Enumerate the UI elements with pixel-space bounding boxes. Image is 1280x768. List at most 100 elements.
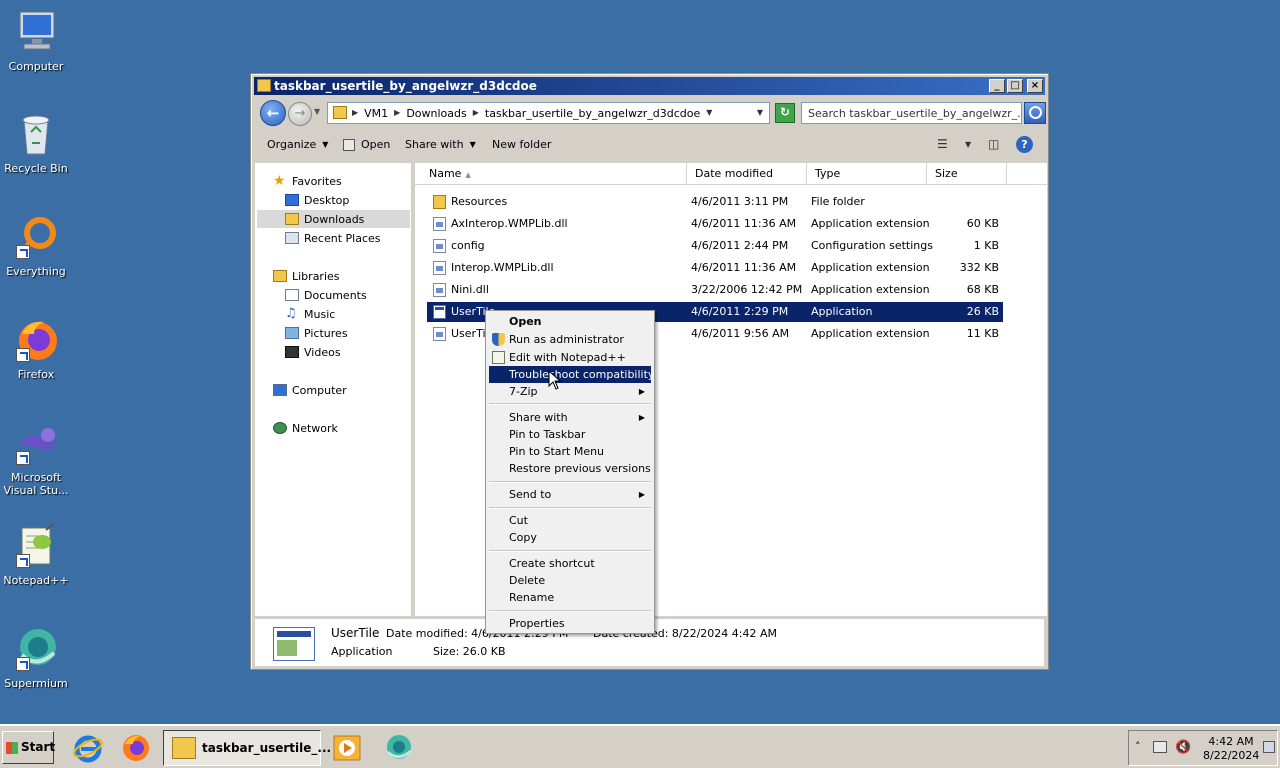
- supermium-icon[interactable]: [383, 732, 415, 764]
- file-row[interactable]: Resources 4/6/2011 3:11 PM File folder: [427, 192, 1003, 212]
- column-header-date[interactable]: Date modified: [687, 163, 807, 185]
- menu-item-pin-to-taskbar[interactable]: Pin to Taskbar: [489, 426, 651, 443]
- menu-item-open[interactable]: Open: [489, 313, 651, 330]
- breadcrumb-separator-icon[interactable]: ▶: [352, 107, 358, 120]
- open-button[interactable]: Open: [343, 138, 390, 151]
- desktop-icon-recycle-bin[interactable]: Recycle Bin: [2, 110, 70, 175]
- nav-computer[interactable]: Computer: [273, 381, 347, 399]
- menu-item-cut[interactable]: Cut: [489, 512, 651, 529]
- change-view-icon[interactable]: ☰: [937, 137, 948, 151]
- file-type: File folder: [811, 195, 865, 208]
- search-icon[interactable]: [1024, 102, 1046, 124]
- organize-button[interactable]: Organize ▼: [267, 138, 328, 151]
- menu-item-copy[interactable]: Copy: [489, 529, 651, 546]
- refresh-button[interactable]: ↻: [775, 103, 795, 123]
- nav-label: Network: [292, 421, 338, 435]
- breadcrumb-separator-icon[interactable]: ▶: [394, 107, 400, 120]
- nav-videos[interactable]: Videos: [285, 343, 341, 361]
- menu-item-create-shortcut[interactable]: Create shortcut: [489, 555, 651, 572]
- column-header-size[interactable]: Size: [927, 163, 1007, 185]
- nav-recent-places[interactable]: Recent Places: [285, 229, 381, 247]
- desktop-icon-supermium[interactable]: Supermium: [2, 625, 70, 690]
- breadcrumb-separator-icon[interactable]: ▼: [706, 107, 712, 120]
- address-bar[interactable]: ▶ VM1 ▶ Downloads ▶ taskbar_usertile_by_…: [327, 102, 770, 124]
- breadcrumb-current-folder[interactable]: taskbar_usertile_by_angelwzr_d3dcdoe: [485, 107, 700, 120]
- nav-desktop[interactable]: Desktop: [285, 191, 349, 209]
- menu-item-7-zip[interactable]: 7-Zip ▶: [489, 383, 651, 400]
- details-size: Size: 26.0 KB: [433, 645, 506, 658]
- firefox-icon[interactable]: [120, 732, 152, 764]
- nav-favorites[interactable]: ★ Favorites: [273, 172, 342, 190]
- videos-icon: [285, 346, 299, 358]
- help-icon[interactable]: ?: [1016, 136, 1033, 153]
- search-placeholder: Search taskbar_usertile_by_angelwzr_...: [808, 107, 1020, 120]
- breadcrumb-separator-icon[interactable]: ▶: [473, 107, 479, 120]
- menu-item-run-as-administrator[interactable]: Run as administrator: [489, 331, 651, 348]
- close-button[interactable]: ×: [1027, 79, 1043, 93]
- media-player-icon[interactable]: [331, 732, 363, 764]
- nav-pictures[interactable]: Pictures: [285, 324, 348, 342]
- menu-item-troubleshoot-compatibility[interactable]: Troubleshoot compatibility: [489, 366, 654, 383]
- maximize-button[interactable]: □: [1007, 79, 1023, 93]
- search-input[interactable]: Search taskbar_usertile_by_angelwzr_...: [801, 102, 1022, 124]
- menu-item-pin-to-start-menu[interactable]: Pin to Start Menu: [489, 443, 651, 460]
- show-desktop-icon[interactable]: [1263, 741, 1275, 753]
- minimize-button[interactable]: _: [989, 79, 1005, 93]
- menu-item-properties[interactable]: Properties: [489, 615, 651, 632]
- nav-documents[interactable]: Documents: [285, 286, 367, 304]
- nav-network[interactable]: Network: [273, 419, 338, 437]
- menu-item-rename[interactable]: Rename: [489, 589, 651, 606]
- preview-pane-icon[interactable]: ◫: [988, 137, 999, 151]
- menu-item-share-with[interactable]: Share with ▶: [489, 409, 651, 426]
- share-with-button[interactable]: Share with ▼: [405, 138, 476, 151]
- shortcut-arrow-icon: [16, 554, 30, 568]
- recent-pages-dropdown[interactable]: ▼: [314, 107, 320, 116]
- desktop-icon-notepad-plus-plus[interactable]: Notepad++: [2, 522, 70, 587]
- file-row[interactable]: config 4/6/2011 2:44 PM Configuration se…: [427, 236, 1003, 256]
- desktop-icon-label: Supermium: [4, 677, 68, 690]
- share-with-label: Share with: [405, 138, 464, 151]
- new-folder-button[interactable]: New folder: [492, 138, 551, 151]
- shortcut-arrow-icon: [16, 245, 30, 259]
- taskbar-task-label: taskbar_usertile_...: [202, 741, 332, 755]
- file-row[interactable]: AxInterop.WMPLib.dll 4/6/2011 11:36 AM A…: [427, 214, 1003, 234]
- desktop-icon-visual-studio[interactable]: Microsoft Visual Stu...: [2, 419, 70, 497]
- address-dropdown-icon[interactable]: ▼: [757, 108, 763, 117]
- nav-libraries[interactable]: Libraries: [273, 267, 340, 285]
- desktop-icon-everything[interactable]: Everything: [2, 213, 70, 278]
- menu-separator: [489, 610, 651, 612]
- file-row[interactable]: Nini.dll 3/22/2006 12:42 PM Application …: [427, 280, 1003, 300]
- menu-item-send-to[interactable]: Send to ▶: [489, 486, 651, 503]
- file-type: Application: [811, 305, 873, 318]
- column-header-type[interactable]: Type: [807, 163, 927, 185]
- column-header-name[interactable]: Name ▲: [421, 163, 687, 185]
- menu-item-delete[interactable]: Delete: [489, 572, 651, 589]
- shield-icon: [492, 333, 505, 346]
- menu-item-edit-with-notepad-plus-plus[interactable]: Edit with Notepad++: [489, 349, 651, 366]
- menu-item-restore-previous-versions[interactable]: Restore previous versions: [489, 460, 651, 477]
- desktop-icon-computer[interactable]: Computer: [2, 8, 70, 73]
- internet-explorer-icon[interactable]: [72, 732, 104, 764]
- clock[interactable]: 4:42 AM 8/22/2024: [1203, 735, 1259, 763]
- nav-music[interactable]: ♫ Music: [285, 305, 335, 323]
- title-bar[interactable]: taskbar_usertile_by_angelwzr_d3dcdoe _ □…: [254, 77, 1045, 95]
- volume-muted-icon[interactable]: 🔇: [1175, 740, 1191, 755]
- network-status-icon[interactable]: [1153, 741, 1167, 753]
- breadcrumb-downloads[interactable]: Downloads: [406, 107, 466, 120]
- organize-label: Organize: [267, 138, 317, 151]
- view-dropdown-icon[interactable]: ▼: [965, 140, 971, 149]
- desktop-icon-label: Computer: [8, 60, 64, 73]
- menu-item-label: 7-Zip: [509, 385, 538, 398]
- back-button[interactable]: ←: [260, 100, 286, 126]
- nav-downloads[interactable]: Downloads: [257, 210, 410, 228]
- libraries-icon: [273, 270, 287, 282]
- taskbar-explorer-window[interactable]: taskbar_usertile_...: [163, 730, 331, 766]
- forward-button[interactable]: →: [288, 102, 312, 126]
- show-hidden-icons-icon[interactable]: ˄: [1135, 740, 1141, 753]
- breadcrumb-vm1[interactable]: VM1: [364, 107, 388, 120]
- desktop-icon-firefox[interactable]: Firefox: [2, 316, 70, 381]
- details-file-name: UserTile: [331, 626, 380, 640]
- start-button[interactable]: Start: [2, 731, 55, 764]
- file-row[interactable]: Interop.WMPLib.dll 4/6/2011 11:36 AM App…: [427, 258, 1003, 278]
- shortcut-arrow-icon: [16, 657, 30, 671]
